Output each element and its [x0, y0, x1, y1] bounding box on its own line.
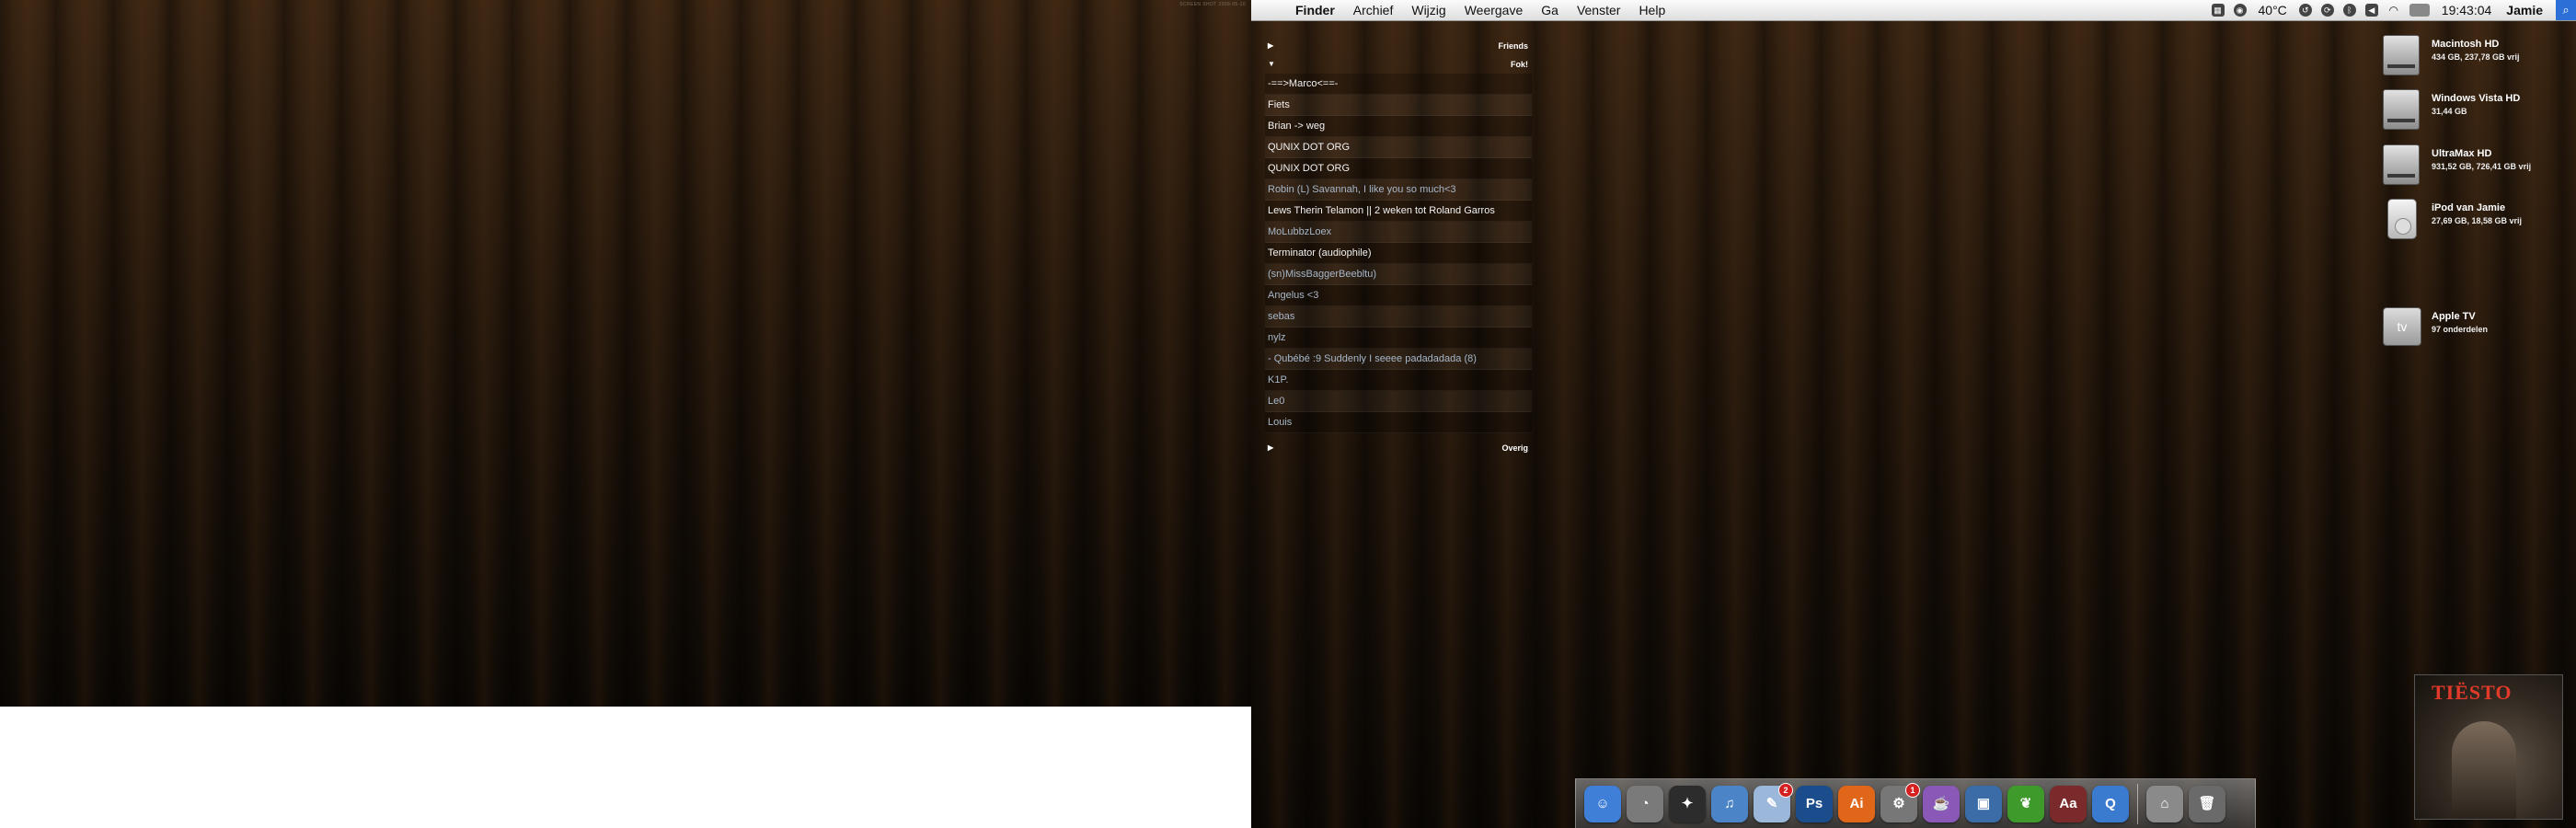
- group-fok[interactable]: ▼ Fok!: [1265, 55, 1532, 74]
- desktop-icon-windows-vista-hd[interactable]: Windows Vista HD 31,44 GB: [2383, 89, 2576, 133]
- buddy-row[interactable]: Lews Therin Telamon || 2 weken tot Rolan…: [1265, 201, 1532, 222]
- buddy-row[interactable]: -==>Marco<==-: [1265, 74, 1532, 95]
- spotlight-icon[interactable]: ⌕: [2556, 0, 2576, 20]
- status-menus: ▦ ◉ 40°C ↺ ⟳ ᛒ ◀ ◠ 19:43:04 Jamie ⌕: [2207, 0, 2576, 20]
- dock-trash-icon[interactable]: 🗑: [2189, 785, 2225, 822]
- dock-adium-icon[interactable]: ✦: [1669, 785, 1706, 822]
- screen-label: SCREEN SHOT 2008-05-10: [1179, 2, 1246, 7]
- desktop-icon-ultramax-hd[interactable]: UltraMax HD 931,52 GB, 726,41 GB vrij: [2383, 144, 2576, 189]
- fast-user-switch[interactable]: Jamie: [2506, 3, 2543, 17]
- hard-drive-icon: [2383, 35, 2420, 75]
- drive-info: 434 GB, 237,78 GB vrij: [2432, 52, 2520, 62]
- buddy-row[interactable]: Le0: [1265, 391, 1532, 412]
- apple-tv-icon: tv: [2383, 307, 2421, 346]
- buddy-row[interactable]: sebas: [1265, 306, 1532, 328]
- dock-dashboard-icon[interactable]: ◔: [1627, 785, 1663, 822]
- drive-name: Windows Vista HD: [2432, 93, 2521, 104]
- desktop-icon-apple-tv[interactable]: tv Apple TV 97 onderdelen: [2383, 307, 2576, 351]
- menu-help[interactable]: Help: [1629, 0, 1674, 20]
- buddy-row[interactable]: QUNIX DOT ORG: [1265, 158, 1532, 179]
- sync-icon[interactable]: ⟳: [2320, 4, 2334, 17]
- drive-info: 97 onderdelen: [2432, 325, 2489, 334]
- left-monitor-desktop: SCREEN SHOT 2008-05-10: [0, 0, 1251, 707]
- external-drive-icon: [2383, 144, 2420, 185]
- buddy-row[interactable]: Louis: [1265, 412, 1532, 433]
- buddy-row[interactable]: Angelus <3: [1265, 285, 1532, 306]
- dock-illustrator-icon[interactable]: Ai: [1838, 785, 1875, 822]
- menu-archief[interactable]: Archief: [1344, 0, 1403, 20]
- dock-cup-app-icon[interactable]: ☕: [1923, 785, 1960, 822]
- drive-name: UltraMax HD: [2432, 148, 2492, 159]
- ipod-icon: [2387, 199, 2417, 239]
- temperature-readout[interactable]: 40°C: [2259, 3, 2287, 17]
- drive-info: 31,44 GB: [2432, 107, 2467, 116]
- menu-bar: Finder Archief Wijzig Weergave Ga Venste…: [1251, 0, 2576, 21]
- group-name: Fok!: [1511, 60, 1528, 69]
- battery-icon[interactable]: [2409, 4, 2430, 17]
- drive-name: Apple TV: [2432, 311, 2476, 322]
- calendar-icon[interactable]: ▦: [2211, 4, 2225, 17]
- buddy-row[interactable]: Brian -> weg: [1265, 116, 1532, 137]
- wifi-icon[interactable]: ◠: [2387, 4, 2400, 17]
- album-artist-title: TIËSTO: [2432, 681, 2513, 704]
- buddy-row[interactable]: QUNIX DOT ORG: [1265, 137, 1532, 158]
- right-monitor-desktop: Finder Archief Wijzig Weergave Ga Venste…: [1251, 0, 2576, 828]
- menu-weergave[interactable]: Weergave: [1455, 0, 1533, 20]
- group-overig[interactable]: ▶ Overig: [1265, 439, 1532, 457]
- buddy-rows: -==>Marco<==- Fiets Brian -> weg QUNIX D…: [1265, 74, 1532, 433]
- dock-transmit-icon[interactable]: ▣: [1965, 785, 2002, 822]
- dvd-icon[interactable]: ◉: [2233, 4, 2247, 17]
- disclosure-triangle-icon[interactable]: ▶: [1268, 439, 1273, 457]
- desktop-icon-ipod[interactable]: iPod van Jamie 27,69 GB, 18,58 GB vrij: [2383, 199, 2576, 243]
- notification-badge: 2: [1778, 782, 1793, 798]
- hard-drive-icon: [2383, 89, 2420, 130]
- disclosure-triangle-icon[interactable]: ▼: [1268, 55, 1275, 74]
- disclosure-triangle-icon[interactable]: ▶: [1268, 37, 1273, 55]
- menu-finder[interactable]: Finder: [1286, 0, 1344, 20]
- buddy-row[interactable]: Robin (L) Savannah, I like you so much<3: [1265, 179, 1532, 201]
- group-name: Overig: [1501, 443, 1528, 453]
- menu-wijzig[interactable]: Wijzig: [1402, 0, 1455, 20]
- dock-system-preferences-icon[interactable]: ⚙ 1: [1880, 782, 1920, 822]
- buddy-row[interactable]: (sn)MissBaggerBeebltu): [1265, 264, 1532, 285]
- buddy-row[interactable]: Terminator (audiophile): [1265, 243, 1532, 264]
- album-cover-figure: [2452, 721, 2516, 819]
- menu-clock[interactable]: 19:43:04: [2442, 3, 2492, 17]
- buddy-row[interactable]: MoLubbzLoex: [1265, 222, 1532, 243]
- desktop-icon-macintosh-hd[interactable]: Macintosh HD 434 GB, 237,78 GB vrij: [2383, 35, 2576, 79]
- bluetooth-icon[interactable]: ᛒ: [2342, 4, 2356, 17]
- menu-venster[interactable]: Venster: [1568, 0, 1629, 20]
- menu-ga[interactable]: Ga: [1532, 0, 1568, 20]
- drive-info: 27,69 GB, 18,58 GB vrij: [2432, 216, 2523, 225]
- dock-preview-icon[interactable]: ✎ 2: [1754, 782, 1793, 822]
- dock-photoshop-icon[interactable]: Ps: [1796, 785, 1833, 822]
- left-monitor-empty-area: [0, 707, 1251, 828]
- group-friends[interactable]: ▶ Friends: [1265, 37, 1532, 55]
- group-name: Friends: [1498, 41, 1528, 51]
- drive-name: iPod van Jamie: [2432, 202, 2506, 213]
- dock-separator: [2137, 783, 2138, 824]
- drive-name: Macintosh HD: [2432, 39, 2500, 50]
- dock-quicktime-icon[interactable]: Q: [2092, 785, 2129, 822]
- dock-itunes-icon[interactable]: ♫: [1711, 785, 1748, 822]
- drive-info: 931,52 GB, 726,41 GB vrij: [2432, 162, 2532, 171]
- album-art-widget[interactable]: TIËSTO: [2414, 674, 2563, 820]
- dock: ☺ ◔ ✦ ♫ ✎ 2 Ps Ai ⚙ 1 ☕ ▣ ❦ Aa Q ⌂ 🗑: [1575, 778, 2256, 828]
- buddy-list: ▶ Friends ▼ Fok! -==>Marco<==- Fiets Bri…: [1265, 37, 1532, 457]
- time-machine-icon[interactable]: ↺: [2298, 4, 2312, 17]
- dock-dictionary-icon[interactable]: Aa: [2050, 785, 2087, 822]
- buddy-row[interactable]: nylz: [1265, 328, 1532, 349]
- buddy-row[interactable]: Fiets: [1265, 95, 1532, 116]
- buddy-row[interactable]: - Qubébé :9 Suddenly I seeee padadadada …: [1265, 349, 1532, 370]
- volume-icon[interactable]: ◀: [2364, 4, 2378, 17]
- buddy-row[interactable]: K1P.: [1265, 370, 1532, 391]
- dock-coda-icon[interactable]: ❦: [2007, 785, 2044, 822]
- dock-home-folder-icon[interactable]: ⌂: [2146, 785, 2183, 822]
- notification-badge: 1: [1905, 782, 1920, 798]
- dock-finder-icon[interactable]: ☺: [1584, 785, 1621, 822]
